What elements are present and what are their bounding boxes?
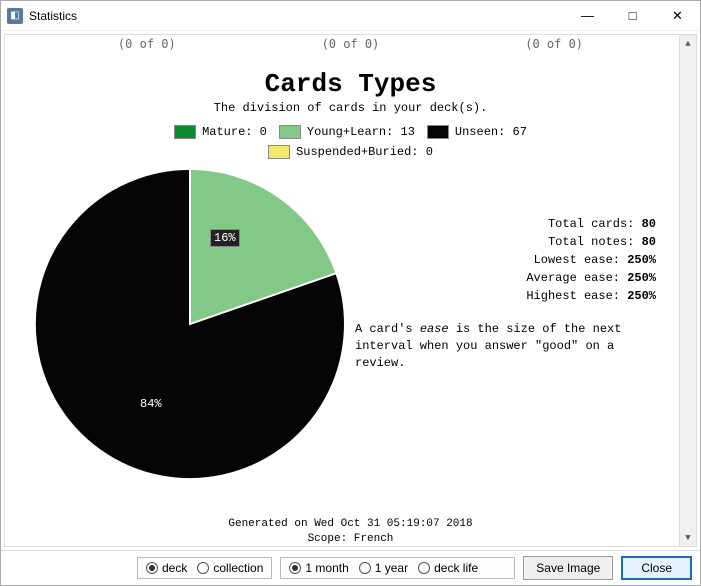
pie-slice-label-unseen: 84% [140, 397, 162, 411]
titlebar: ◧ Statistics ― □ ✕ [1, 1, 700, 31]
chart-title: Cards Types [25, 69, 676, 99]
legend-swatch [427, 125, 449, 139]
meta-generated: Generated on Wed Oct 31 05:19:07 2018 [25, 517, 676, 532]
legend-swatch [279, 125, 301, 139]
legend-label: Mature: 0 [202, 125, 267, 139]
count-cell: (0 of 0) [118, 37, 176, 51]
window-close-button[interactable]: ✕ [655, 1, 700, 30]
period-radio-group: 1 month 1 year deck life [280, 557, 515, 579]
stat-lowest-ease: Lowest ease: 250% [355, 251, 676, 269]
ease-note: A card's ease is the size of the next in… [355, 321, 676, 371]
legend-item-unseen: Unseen: 67 [427, 125, 527, 139]
legend-label: Suspended+Buried: 0 [296, 145, 433, 159]
legend-label: Young+Learn: 13 [307, 125, 415, 139]
stat-highest-ease: Highest ease: 250% [355, 287, 676, 305]
radio-1-year[interactable]: 1 year [359, 561, 408, 575]
radio-label: deck life [434, 561, 478, 575]
radio-deck[interactable]: deck [146, 561, 187, 575]
radio-label: 1 month [305, 561, 348, 575]
radio-1-month[interactable]: 1 month [289, 561, 348, 575]
scroll-down-icon[interactable]: ▼ [680, 529, 696, 546]
radio-deck-life[interactable]: deck life [418, 561, 478, 575]
stats-panel: Total cards: 80 Total notes: 80 Lowest e… [355, 165, 676, 371]
top-counts-row: (0 of 0) (0 of 0) (0 of 0) [5, 35, 696, 51]
pie-slice-label-young: 16% [210, 229, 240, 247]
chart-subtitle: The division of cards in your deck(s). [25, 101, 676, 115]
legend-item-mature: Mature: 0 [174, 125, 267, 139]
content-area: ▲ ▼ (0 of 0) (0 of 0) (0 of 0) Cards Typ… [4, 34, 697, 547]
statistics-window: ◧ Statistics ― □ ✕ ▲ ▼ (0 of 0) (0 of 0)… [0, 0, 701, 586]
legend-swatch [268, 145, 290, 159]
count-cell: (0 of 0) [525, 37, 583, 51]
scroll-up-icon[interactable]: ▲ [680, 35, 696, 52]
generation-meta: Generated on Wed Oct 31 05:19:07 2018 Sc… [25, 517, 676, 547]
pie-chart: 16% 84% [35, 169, 345, 479]
app-icon: ◧ [7, 8, 23, 24]
pie-stats-row: 16% 84% Total cards: 80 Total notes: 80 … [25, 165, 676, 479]
radio-label: 1 year [375, 561, 408, 575]
legend-item-suspended: Suspended+Buried: 0 [268, 145, 433, 159]
stat-total-cards: Total cards: 80 [355, 215, 676, 233]
vertical-scrollbar[interactable]: ▲ ▼ [679, 35, 696, 546]
radio-label: deck [162, 561, 187, 575]
count-cell: (0 of 0) [322, 37, 380, 51]
stat-total-notes: Total notes: 80 [355, 233, 676, 251]
minimize-button[interactable]: ― [565, 1, 610, 30]
maximize-button[interactable]: □ [610, 1, 655, 30]
scope-radio-group: deck collection [137, 557, 272, 579]
close-button[interactable]: Close [621, 556, 692, 580]
chart-area: Cards Types The division of cards in you… [5, 69, 696, 547]
radio-label: collection [213, 561, 263, 575]
legend-label: Unseen: 67 [455, 125, 527, 139]
legend-item-young: Young+Learn: 13 [279, 125, 415, 139]
window-title: Statistics [29, 9, 565, 23]
radio-collection[interactable]: collection [197, 561, 263, 575]
chart-legend: Mature: 0 Young+Learn: 13 Unseen: 67 Sus… [171, 125, 531, 159]
meta-scope: Scope: French [25, 532, 676, 547]
bottom-bar: deck collection 1 month 1 year deck life… [1, 550, 700, 585]
save-image-button[interactable]: Save Image [523, 556, 613, 580]
stat-average-ease: Average ease: 250% [355, 269, 676, 287]
legend-swatch [174, 125, 196, 139]
